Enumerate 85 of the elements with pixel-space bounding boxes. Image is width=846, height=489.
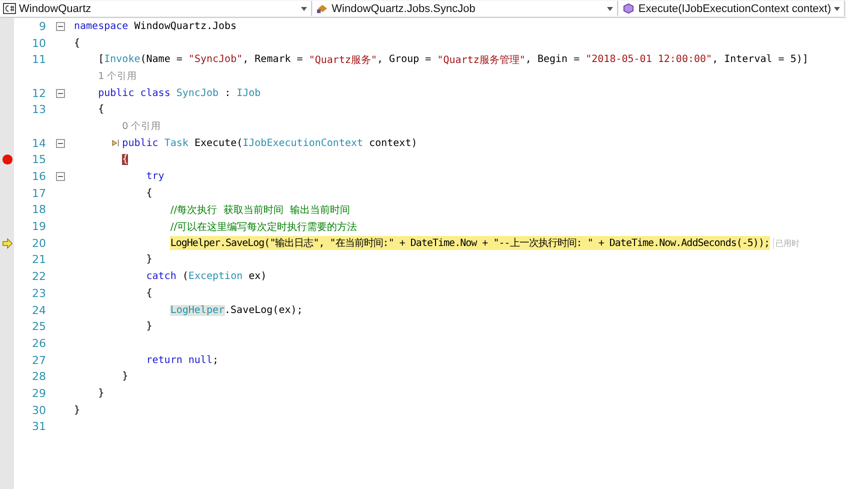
- collapse-icon[interactable]: [56, 138, 64, 148]
- code-comment: //每次执行 获取当前时间 输出当前时间: [170, 204, 350, 217]
- code-text: ;: [212, 354, 219, 366]
- keyword: catch: [146, 271, 176, 282]
- breakpoint-icon[interactable]: [2, 154, 12, 166]
- string-literal: "SyncJob": [188, 54, 243, 66]
- class-icon: [316, 3, 329, 14]
- code-text: Execute(: [194, 138, 243, 149]
- line-number: 16: [32, 170, 46, 184]
- keyword: namespace: [74, 20, 128, 32]
- type-name: Exception: [188, 271, 243, 282]
- line-number: 17: [32, 186, 46, 200]
- quick-action-icon[interactable]: [110, 138, 120, 148]
- code-text: (: [182, 271, 188, 282]
- line-number: 27: [32, 354, 46, 367]
- line-number: 22: [32, 270, 46, 284]
- code-text: context): [369, 138, 418, 149]
- caret-icon: [300, 6, 307, 10]
- type-name: Task: [164, 138, 188, 149]
- code-comment: //可以在这里编写每次定时执行需要的方法: [170, 220, 358, 234]
- keyword: try: [146, 171, 164, 182]
- code-text: , Group =: [377, 54, 432, 66]
- code-statement: LogHelper.SaveLog("输出日志", "在当前时间:" + DateTime.Now + "--上一次执行时间: " + DateTime.Now.AddSeconds(-5));: [170, 236, 770, 250]
- breakpoint-brace: {: [122, 154, 128, 166]
- type-name: Invoke: [104, 54, 140, 66]
- code-text: }: [74, 404, 80, 416]
- navigation-dropdown[interactable]: WindowQuartz.Jobs.SyncJob: [312, 1, 618, 16]
- line-number: 9: [39, 20, 46, 33]
- line-number: 13: [32, 103, 46, 116]
- string-literal: "Quartz服务管理": [437, 54, 526, 67]
- line-number: 11: [32, 53, 46, 66]
- code-text: }: [122, 371, 128, 382]
- line-number: 29: [32, 386, 46, 400]
- code-text: }: [146, 254, 152, 266]
- project-icon: [3, 3, 16, 14]
- line-number: 28: [32, 370, 46, 384]
- line-number: 20: [32, 236, 46, 250]
- line-number: 18: [32, 203, 46, 216]
- reference-count: 0 个引用: [122, 120, 162, 133]
- code-text: }: [146, 321, 152, 332]
- line-number: 10: [32, 36, 46, 50]
- string-literal: "Quartz服务": [308, 54, 378, 67]
- type-name: SyncJob: [176, 88, 219, 99]
- code-text: .SaveLog(ex);: [224, 304, 303, 316]
- code-text: (Name =: [140, 54, 184, 66]
- type-name: IJobExecutionContext: [242, 138, 364, 149]
- line-number: 26: [32, 336, 46, 350]
- code-text: {: [74, 38, 80, 49]
- collapse-icon[interactable]: [56, 88, 64, 98]
- line-number: 25: [32, 320, 46, 334]
- code-text: {: [146, 188, 152, 199]
- code-text: }: [98, 388, 104, 399]
- line-number: 21: [32, 253, 46, 266]
- caret-icon: [834, 6, 840, 10]
- keyword: return null: [146, 354, 212, 366]
- line-number: 15: [32, 153, 46, 166]
- collapse-icon[interactable]: [56, 172, 64, 182]
- reference-count: 1 个引用: [98, 70, 138, 83]
- navigation-dropdown[interactable]: WindowQuartz: [0, 1, 312, 16]
- code-text: {: [146, 288, 152, 299]
- line-number: 23: [32, 286, 46, 300]
- collapse-icon[interactable]: [56, 22, 64, 31]
- type-name: IJob: [236, 88, 261, 99]
- navigation-dropdown[interactable]: Execute(IJobExecutionContext context): [619, 1, 845, 16]
- line-number: 30: [32, 404, 46, 417]
- code-text: [: [98, 54, 104, 66]
- line-number: 14: [32, 136, 46, 150]
- code-text: WindowQuartz.Jobs: [134, 20, 237, 32]
- string-literal: "2018-05-01 12:00:00": [586, 54, 712, 66]
- line-number: 12: [32, 86, 46, 100]
- caret-icon: [607, 6, 614, 10]
- line-number: 19: [32, 220, 46, 234]
- elapsed-time-hint: 已用时: [772, 238, 800, 249]
- highlighted-reference: LogHelper: [170, 304, 225, 316]
- code-text: :: [224, 88, 232, 99]
- line-number: 24: [32, 304, 46, 317]
- code-text: , Begin =: [525, 54, 581, 66]
- code-text: , Remark =: [242, 54, 304, 66]
- code-text: {: [98, 104, 104, 116]
- cube-icon: [622, 3, 636, 14]
- keyword: public: [122, 138, 158, 149]
- keyword: public class: [98, 88, 170, 99]
- code-text: , Interval = 5)]: [712, 54, 808, 66]
- line-number: 31: [32, 420, 46, 434]
- code-text: ex): [248, 271, 267, 282]
